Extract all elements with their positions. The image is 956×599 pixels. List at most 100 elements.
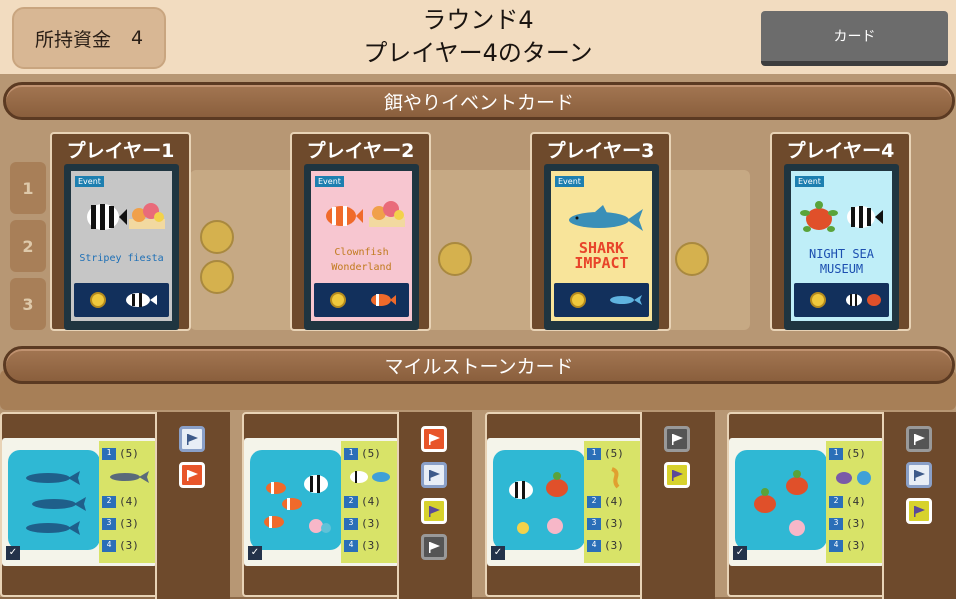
player-event-panel[interactable]: プレイヤー1 Event Stripey fiesta [50,132,191,331]
milestone-card[interactable]: 1 (5) 2 (4) 3 (3) 4 (3) ✓ [2,438,157,566]
event-tag: Event [75,176,104,187]
small-clownfish-icon [371,294,396,306]
coin-icon [438,242,472,276]
fish-tank [8,450,100,550]
flag-icon [179,426,205,452]
stripey-fish-icon [847,206,883,228]
reward-row: 3 (3) [829,517,879,534]
round-info: ラウンド4 プレイヤー4のターン [300,4,656,70]
event-card-footer [794,283,889,317]
event-card[interactable]: Event SHARK IMPACT [544,164,659,330]
coin-icon [200,260,234,294]
fish-icon [350,471,390,483]
milestone-card[interactable]: 1 (5) 2 (4) 3 (3) 4 (3) ✓ [729,438,884,566]
shark-icon [569,205,643,231]
event-card-footer [314,283,409,317]
event-card-title: SHARK IMPACT [574,239,629,272]
coin-icon [200,220,234,254]
flag-icon [421,426,447,452]
reward-row: 4 (3) [102,539,152,556]
player-name: プレイヤー3 [546,140,655,162]
funds-value: 4 [130,27,144,49]
reward-table: 1 (5) 2 (4) 3 (3) 4 (3) [99,441,155,563]
top-bar: 所持資金 4 ラウンド4 プレイヤー4のターン カード [0,0,956,74]
flag-icon [179,462,205,488]
reward-row: 2 (4) [587,495,637,512]
flag-icon [906,426,932,452]
flag-column [640,412,715,599]
coin-icon [675,242,709,276]
flag-icon [664,462,690,488]
reward-row: 4 (3) [344,539,394,556]
clownfish-icon [326,206,363,226]
shark-icon [110,471,149,483]
coral-icon [369,201,405,227]
event-tag: Event [795,176,824,187]
small-shark-icon [610,295,642,305]
event-tag: Event [315,176,344,187]
event-card[interactable]: Event Clownfish Wonderland [304,164,419,330]
reward-row: 3 (3) [344,517,394,534]
coin-icon [810,292,826,308]
event-card-footer [554,283,649,317]
coin-icon [90,292,106,308]
event-card-face: Event Stripey fiesta [71,171,172,321]
reward-creatures-icon [836,471,871,485]
event-card[interactable]: Event NIGHT SEA MUSEUM [784,164,899,330]
flag-icon [906,462,932,488]
reward-row: 4 (3) [829,539,879,556]
reward-row: 1 (5) [829,447,879,464]
card-button[interactable]: カード [761,11,948,66]
check-icon: ✓ [248,546,262,560]
flag-column [882,412,956,599]
reward-row: 1 (5) [587,447,637,464]
milestone-card[interactable]: 1 (5) 2 (4) 3 (3) 4 (3) ✓ [244,438,399,566]
coin-icon [330,292,346,308]
event-card-face: Event Clownfish Wonderland [311,171,412,321]
player-event-panel[interactable]: プレイヤー2 Event Clownfish Wonderland [290,132,431,331]
milestone-banner-title: マイルストーンカード [384,355,574,378]
fish-tank [250,450,342,550]
event-card[interactable]: Event Stripey fiesta [64,164,179,330]
funds-label: 所持資金 [34,28,111,51]
reward-table: 1 (5) 2 (4) 3 (3) 4 (3) [584,441,640,563]
milestone-panel[interactable]: 1 (5) 2 (4) 3 (3) 4 (3) ✓ [727,412,956,599]
turtle-icon [754,470,808,536]
milestone-panel[interactable]: 1 (5) 2 (4) 3 (3) 4 (3) ✓ [485,412,715,599]
flag-icon [421,534,447,560]
event-card-footer [74,283,169,317]
player-event-panel[interactable]: プレイヤー3 Event SHARK IMPACT [530,132,671,331]
backdrop-number: 2 [10,220,46,272]
flag-icon [421,462,447,488]
coral-icon [129,203,165,229]
player-name: プレイヤー1 [66,140,175,162]
check-icon: ✓ [6,546,20,560]
reward-table: 1 (5) 2 (4) 3 (3) 4 (3) [341,441,397,563]
reward-row: 4 (3) [587,539,637,556]
reward-table: 1 (5) 2 (4) 3 (3) 4 (3) [826,441,882,563]
event-card-title: Clownfish Wonderland [331,247,392,273]
player-event-panel[interactable]: プレイヤー4 Event NIGHT SEA MUSEUM [770,132,911,331]
coin-icon [570,292,586,308]
event-banner: 餌やりイベントカード [3,82,955,120]
turtle-icon [800,201,838,232]
small-fish-icon [846,294,881,306]
player-name: プレイヤー2 [306,140,415,162]
flag-icon [906,498,932,524]
flag-icon [421,498,447,524]
shark-icon [26,471,86,535]
milestone-panel[interactable]: 1 (5) 2 (4) 3 (3) 4 (3) ✓ [0,412,230,599]
clownfish-icon [264,475,331,533]
check-icon: ✓ [733,546,747,560]
flag-column [397,412,472,599]
milestone-card[interactable]: 1 (5) 2 (4) 3 (3) 4 (3) ✓ [487,438,642,566]
flag-icon [664,426,690,452]
reward-row: 1 (5) [344,447,394,464]
event-card-title: Stripey fiesta [79,253,164,264]
reward-row: 3 (3) [587,517,637,534]
event-card-face: Event NIGHT SEA MUSEUM [791,171,892,321]
flag-column [155,412,230,599]
fish-tank [493,450,585,550]
stripey-fish-icon [87,204,127,230]
milestone-panel[interactable]: 1 (5) 2 (4) 3 (3) 4 (3) ✓ [242,412,472,599]
